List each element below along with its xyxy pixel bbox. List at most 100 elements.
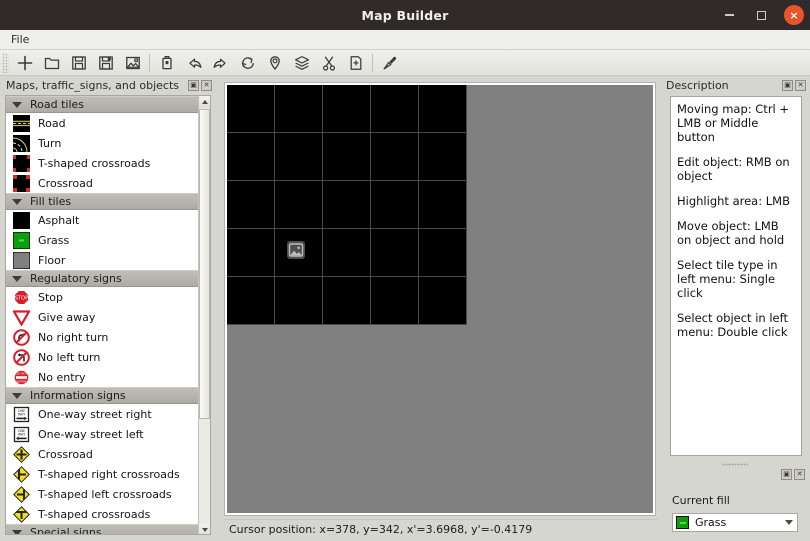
menu-item-file[interactable]: File <box>4 32 36 47</box>
left-panel-close-button[interactable]: ✕ <box>201 80 212 91</box>
undo-button[interactable] <box>180 51 207 75</box>
grid-cell[interactable] <box>275 277 322 324</box>
grid-cell[interactable] <box>227 229 274 276</box>
chevron-down-icon <box>12 198 22 205</box>
grid-cell[interactable] <box>323 277 370 324</box>
grid-cell[interactable] <box>227 85 274 132</box>
list-item-turn[interactable]: Turn <box>6 133 200 153</box>
tree-group-regulatory-signs[interactable]: Regulatory signs <box>6 270 200 287</box>
grid-cell[interactable] <box>275 133 322 180</box>
description-panel-title-bar: Description ▣ ✕ <box>662 77 808 94</box>
current-fill-select[interactable]: Grass <box>672 513 798 532</box>
description-line: Highlight area: LMB <box>677 194 790 209</box>
list-item-one-way-street-left[interactable]: ONE WAY One-way street left <box>6 424 200 444</box>
grid-cell[interactable] <box>323 133 370 180</box>
fill-panel-close-button[interactable]: ✕ <box>794 469 805 480</box>
place-marker-button[interactable] <box>261 51 288 75</box>
list-item-give-away[interactable]: Give away <box>6 307 200 327</box>
close-icon: × <box>789 8 799 22</box>
image-placeholder-icon[interactable] <box>286 240 306 260</box>
grid-cell[interactable] <box>227 133 274 180</box>
list-item-label: Stop <box>38 290 64 304</box>
toolbar-drag-handle[interactable] <box>2 52 9 73</box>
list-item-asphalt[interactable]: Asphalt <box>6 210 200 230</box>
list-item-crossroad[interactable]: Crossroad <box>6 173 200 193</box>
list-item-label: Give away <box>38 310 96 324</box>
left-panel-float-button[interactable]: ▣ <box>188 80 199 91</box>
open-map-button[interactable] <box>38 51 65 75</box>
grid-cell[interactable] <box>371 277 418 324</box>
grid-cell[interactable] <box>371 85 418 132</box>
export-image-button[interactable] <box>119 51 146 75</box>
description-panel-float-button[interactable]: ▣ <box>782 80 793 91</box>
delete-button[interactable] <box>153 51 180 75</box>
grid-cell[interactable] <box>419 229 466 276</box>
grid-cell[interactable] <box>323 85 370 132</box>
list-item-no-entry[interactable]: DO NOT ENTER No entry <box>6 367 200 387</box>
list-item-stop[interactable]: STOP Stop <box>6 287 200 307</box>
scrollbar-thumb[interactable] <box>199 109 210 419</box>
paint-brush-button[interactable] <box>376 51 403 75</box>
minimize-button[interactable] <box>718 4 740 26</box>
grid-cell-with-object[interactable] <box>275 229 322 276</box>
tree-group-information-signs[interactable]: Information signs <box>6 387 200 404</box>
left-dock-panel: Maps, traffic_signs, and objects ▣ ✕ Roa… <box>2 77 214 535</box>
grid-cell[interactable] <box>371 229 418 276</box>
fill-panel-float-button[interactable]: ▣ <box>781 469 792 480</box>
tile-tree-scrollbar[interactable] <box>198 96 210 534</box>
grid-cell[interactable] <box>323 181 370 228</box>
new-map-button[interactable] <box>11 51 38 75</box>
list-item-no-left-turn[interactable]: No left turn <box>6 347 200 367</box>
grid-cell[interactable] <box>419 85 466 132</box>
maximize-button[interactable] <box>750 4 772 26</box>
grid-cell[interactable] <box>371 133 418 180</box>
description-line: Move object: LMB on object and hold <box>677 219 785 248</box>
grid-cell[interactable] <box>275 85 322 132</box>
t-right-crossroads-sign-icon <box>11 465 31 483</box>
redo-button[interactable] <box>207 51 234 75</box>
grid-cell[interactable] <box>227 277 274 324</box>
save-map-button[interactable] <box>65 51 92 75</box>
list-item-one-way-street-right[interactable]: ONE WAY One-way street right <box>6 404 200 424</box>
save-map-as-button[interactable] <box>92 51 119 75</box>
grid-cell[interactable] <box>419 133 466 180</box>
grid-cell[interactable] <box>371 181 418 228</box>
list-item-floor[interactable]: Floor <box>6 250 200 270</box>
list-item-t-shaped-left-crossroads[interactable]: T-shaped left crossroads <box>6 484 200 504</box>
list-item-t-shaped-crossroads[interactable]: T-shaped crossroads <box>6 153 200 173</box>
cut-button[interactable] <box>315 51 342 75</box>
list-item-t-shaped-right-crossroads[interactable]: T-shaped right crossroads <box>6 464 200 484</box>
list-item-t-shaped-crossroads-sign[interactable]: T-shaped crossroads <box>6 504 200 524</box>
grid-cell[interactable] <box>419 277 466 324</box>
grass-fill-icon <box>11 231 31 249</box>
list-item-crossroad-sign[interactable]: Crossroad <box>6 444 200 464</box>
add-page-button[interactable] <box>342 51 369 75</box>
map-grid[interactable] <box>227 85 467 325</box>
tree-group-fill-tiles[interactable]: Fill tiles <box>6 193 200 210</box>
list-item-grass[interactable]: Grass <box>6 230 200 250</box>
map-canvas[interactable] <box>227 85 653 513</box>
grid-cell[interactable] <box>227 181 274 228</box>
grid-cell[interactable] <box>419 181 466 228</box>
description-panel-close-button[interactable]: ✕ <box>795 80 806 91</box>
scroll-down-button[interactable] <box>199 524 210 534</box>
tree-group-special-signs[interactable]: Special signs <box>6 524 200 534</box>
cursor-position-text: Cursor position: x=378, y=342, x'=3.6968… <box>229 523 533 536</box>
chevron-down-icon[interactable] <box>781 520 797 525</box>
layers-button[interactable] <box>288 51 315 75</box>
description-text-box: Moving map: Ctrl + LMB or Middle button … <box>670 96 802 456</box>
asphalt-fill-icon <box>11 211 31 229</box>
list-item-road[interactable]: Road <box>6 113 200 133</box>
tile-tree[interactable]: Road tiles Road Turn T-shaped crossroads… <box>6 96 200 534</box>
caret-down-glyph <box>785 520 793 525</box>
reload-button[interactable] <box>234 51 261 75</box>
list-item-label: No right turn <box>38 330 109 344</box>
grid-cell[interactable] <box>323 229 370 276</box>
list-item-no-right-turn[interactable]: No right turn <box>6 327 200 347</box>
svg-text:STOP: STOP <box>14 295 27 301</box>
grid-cell[interactable] <box>275 181 322 228</box>
scroll-up-button[interactable] <box>199 96 210 108</box>
list-item-label: T-shaped crossroads <box>38 507 151 521</box>
tree-group-road-tiles[interactable]: Road tiles <box>6 96 200 113</box>
close-button[interactable]: × <box>784 5 804 25</box>
